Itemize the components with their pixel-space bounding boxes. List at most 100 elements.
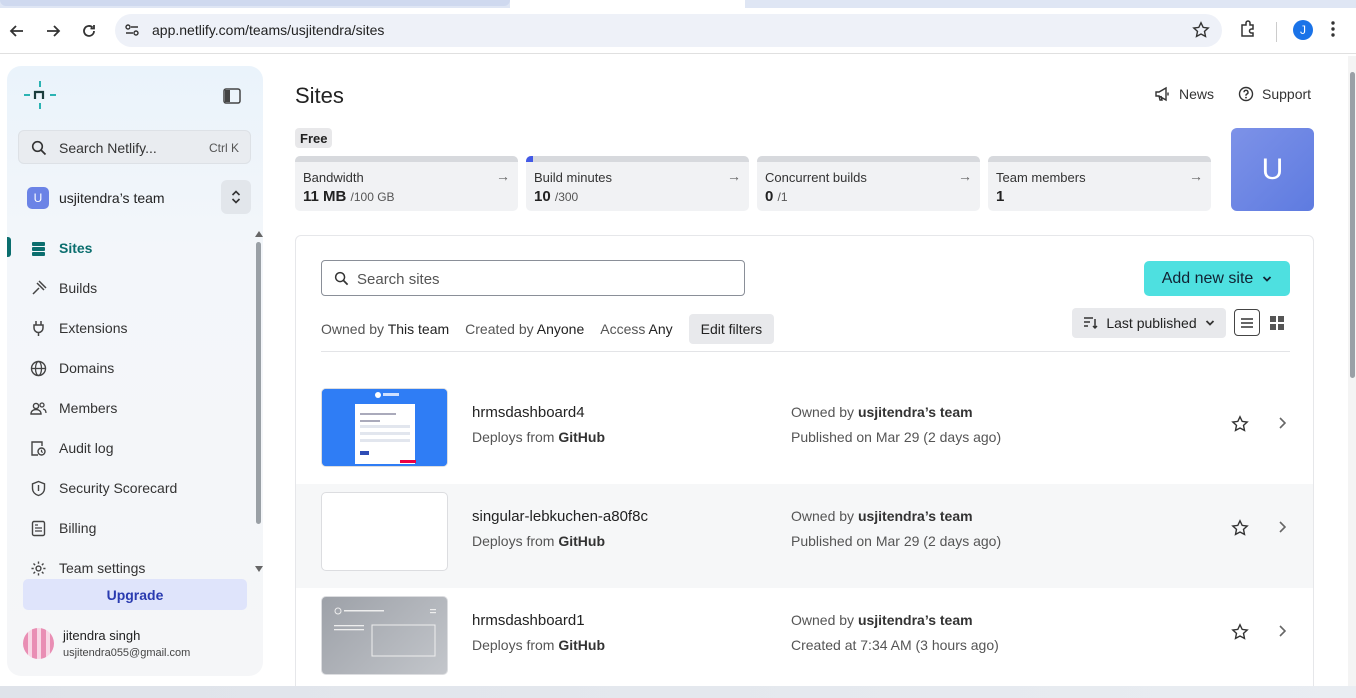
- owner-prefix: Owned by: [791, 612, 855, 628]
- owner-prefix: Owned by: [791, 404, 855, 420]
- usage-track: [295, 156, 518, 162]
- usage-value: 1: [996, 188, 1004, 205]
- grid-icon: [1270, 315, 1284, 330]
- site-row[interactable]: singular-lebkuchen-a80f8c Deploys from G…: [296, 484, 1313, 588]
- team-avatar-large[interactable]: U: [1231, 128, 1314, 211]
- owner-name: usjitendra’s team: [857, 404, 973, 420]
- sidebar-toggle-icon[interactable]: [223, 88, 241, 109]
- profile-avatar[interactable]: J: [1293, 20, 1313, 40]
- browser-tab-strip: [0, 0, 1356, 8]
- scroll-up-arrow-icon[interactable]: [255, 231, 263, 237]
- chevron-down-icon: [1263, 275, 1272, 282]
- plan-badge: Free: [295, 128, 333, 148]
- site-owner: Owned by usjitendra’s team: [791, 404, 973, 420]
- arrow-right-icon: →: [496, 168, 510, 184]
- sidebar-item-domains[interactable]: Domains: [7, 351, 247, 385]
- upgrade-button[interactable]: Upgrade: [23, 579, 247, 610]
- chevron-right-icon[interactable]: [1278, 624, 1287, 643]
- filter-created[interactable]: Created by Anyone: [465, 321, 584, 337]
- browser-tab[interactable]: [0, 0, 510, 6]
- sidebar-item-security-scorecard[interactable]: Security Scorecard: [7, 471, 247, 505]
- user-avatar: [23, 628, 54, 659]
- site-row[interactable]: hrmsdashboard1 Deploys from GitHub Owned…: [296, 588, 1313, 692]
- sites-search-placeholder: Search sites: [357, 271, 440, 288]
- sidebar-item-builds[interactable]: Builds: [7, 271, 247, 305]
- extensions-puzzle-icon[interactable]: [1238, 19, 1258, 44]
- owner-name: usjitendra’s team: [857, 612, 973, 628]
- site-info-icon[interactable]: [124, 22, 140, 43]
- search-icon: [334, 271, 349, 291]
- edit-filters-button[interactable]: Edit filters: [688, 314, 775, 344]
- browser-tab-active[interactable]: [510, 0, 745, 8]
- global-search-input[interactable]: Search Netlify... Ctrl K: [18, 130, 251, 164]
- grid-view-button[interactable]: [1264, 309, 1290, 336]
- usage-name: Team members: [996, 170, 1086, 185]
- site-thumbnail: [321, 492, 448, 571]
- site-name[interactable]: hrmsdashboard1: [472, 612, 585, 629]
- support-link[interactable]: Support: [1238, 86, 1311, 102]
- sites-search-input[interactable]: Search sites: [321, 260, 745, 296]
- address-bar[interactable]: app.netlify.com/teams/usjitendra/sites: [115, 14, 1222, 47]
- members-icon: [30, 400, 47, 417]
- list-view-button[interactable]: [1234, 309, 1260, 336]
- filter-owned[interactable]: Owned by This team: [321, 321, 449, 337]
- filter-created-value: Anyone: [536, 321, 585, 337]
- deploy-source: GitHub: [558, 533, 606, 549]
- favorite-star-icon[interactable]: [1231, 519, 1249, 542]
- forward-icon[interactable]: [42, 20, 64, 42]
- sort-dropdown[interactable]: Last published: [1072, 308, 1226, 338]
- site-date: Created at 7:34 AM (3 hours ago): [791, 637, 999, 653]
- sidebar-item-members[interactable]: Members: [7, 391, 247, 425]
- sidebar-item-label: Members: [59, 400, 118, 416]
- back-icon[interactable]: [6, 20, 28, 42]
- arrow-right-icon: →: [727, 168, 741, 184]
- team-selector[interactable]: U usjitendra’s team: [18, 180, 251, 216]
- add-new-site-label: Add new site: [1161, 269, 1254, 287]
- site-name[interactable]: hrmsdashboard4: [472, 404, 585, 421]
- filter-access[interactable]: Access Any: [600, 321, 672, 337]
- site-row[interactable]: hrmsdashboard4 Deploys from GitHub Owned…: [296, 380, 1313, 484]
- sidebar-item-label: Audit log: [59, 440, 114, 456]
- usage-card-concurrent-builds[interactable]: Concurrent builds → 0 /1: [757, 156, 980, 211]
- sidebar-item-audit-log[interactable]: Audit log: [7, 431, 247, 465]
- usage-limit: /300: [554, 190, 579, 204]
- usage-card-bandwidth[interactable]: Bandwidth → 11 MB /100 GB: [295, 156, 518, 211]
- filter-access-label: Access: [600, 321, 646, 337]
- sidebar-item-sites[interactable]: Sites: [7, 231, 247, 265]
- builds-icon: [30, 280, 47, 297]
- favorite-star-icon[interactable]: [1231, 415, 1249, 438]
- team-switch-chevron-icon[interactable]: [221, 180, 251, 214]
- sort-icon: [1084, 317, 1098, 330]
- arrow-right-icon: →: [1189, 168, 1203, 184]
- usage-value: 10 /300: [534, 188, 578, 205]
- user-menu[interactable]: jitendra singh usjitendra055@gmail.com: [20, 622, 256, 666]
- browser-menu-icon[interactable]: [1330, 20, 1336, 43]
- bookmark-star-icon[interactable]: [1192, 21, 1210, 44]
- favorite-star-icon[interactable]: [1231, 623, 1249, 646]
- chevron-right-icon[interactable]: [1278, 520, 1287, 539]
- site-name[interactable]: singular-lebkuchen-a80f8c: [472, 508, 648, 525]
- usage-value: 0 /1: [765, 188, 788, 205]
- sidebar: Search Netlify... Ctrl K U usjitendra’s …: [7, 66, 263, 676]
- usage-card-build-minutes[interactable]: Build minutes → 10 /300: [526, 156, 749, 211]
- reload-icon[interactable]: [78, 20, 100, 42]
- search-placeholder: Search Netlify...: [59, 140, 157, 156]
- news-link[interactable]: News: [1154, 86, 1214, 102]
- globe-icon: [30, 360, 47, 377]
- usage-card-team-members[interactable]: Team members → 1: [988, 156, 1211, 211]
- sidebar-item-extensions[interactable]: Extensions: [7, 311, 247, 345]
- sidebar-scrollbar[interactable]: [256, 242, 261, 524]
- deploy-prefix: Deploys from: [472, 429, 555, 445]
- add-new-site-button[interactable]: Add new site: [1144, 261, 1290, 296]
- megaphone-icon: [1155, 86, 1169, 102]
- scroll-down-arrow-icon[interactable]: [255, 566, 263, 572]
- site-date: Published on Mar 29 (2 days ago): [791, 429, 1002, 445]
- page-scrollbar-thumb[interactable]: [1350, 72, 1355, 378]
- site-owner: Owned by usjitendra’s team: [791, 508, 973, 524]
- chevron-right-icon[interactable]: [1278, 416, 1287, 435]
- netlify-logo-icon[interactable]: [23, 80, 57, 115]
- user-email: usjitendra055@gmail.com: [63, 647, 191, 659]
- filter-owned-value: This team: [387, 321, 450, 337]
- sidebar-item-billing[interactable]: Billing: [7, 511, 247, 545]
- usage-name: Concurrent builds: [765, 170, 867, 185]
